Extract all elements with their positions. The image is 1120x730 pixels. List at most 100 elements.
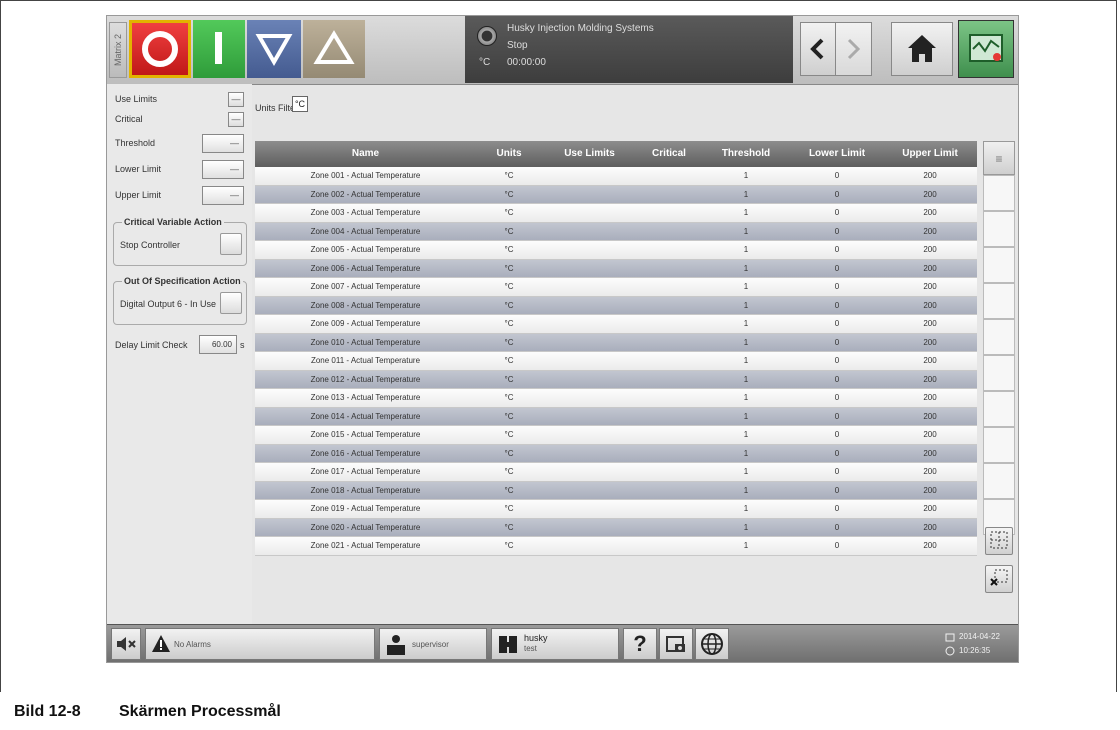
table-row[interactable]: Zone 020 - Actual Temperature °C 1 0 200 bbox=[255, 518, 977, 537]
monitor-icon bbox=[969, 34, 1003, 62]
variables-table: Name Units Use Limits Critical Threshold… bbox=[255, 141, 977, 556]
home-button[interactable] bbox=[891, 22, 953, 76]
step-up-button[interactable] bbox=[303, 20, 365, 78]
cell-name: Zone 001 - Actual Temperature bbox=[310, 171, 421, 180]
table-row[interactable]: Zone 004 - Actual Temperature °C 1 0 200 bbox=[255, 222, 977, 241]
oos-action-button[interactable] bbox=[220, 292, 242, 314]
header-units[interactable]: Units bbox=[476, 141, 542, 167]
cell-units: °C bbox=[504, 430, 514, 439]
cell-name: Zone 021 - Actual Temperature bbox=[310, 541, 421, 550]
status-state: Stop bbox=[507, 40, 528, 51]
cell-name: Zone 016 - Actual Temperature bbox=[310, 448, 421, 458]
cell-upper: 200 bbox=[923, 208, 937, 217]
side-cell bbox=[983, 211, 1015, 247]
back-button[interactable] bbox=[800, 22, 836, 76]
header-threshold[interactable]: Threshold bbox=[701, 141, 791, 167]
forward-button[interactable] bbox=[836, 22, 872, 76]
clear-selection-icon bbox=[990, 569, 1008, 586]
table-row[interactable]: Zone 008 - Actual Temperature °C 1 0 200 bbox=[255, 296, 977, 315]
critical-label: Critical bbox=[115, 114, 143, 124]
table-row[interactable]: Zone 006 - Actual Temperature °C 1 0 200 bbox=[255, 259, 977, 278]
use-limits-checkbox[interactable]: — bbox=[228, 92, 244, 107]
header-use-limits[interactable]: Use Limits bbox=[542, 141, 637, 167]
screenshot-button[interactable] bbox=[659, 628, 693, 660]
table-row[interactable]: Zone 009 - Actual Temperature °C 1 0 200 bbox=[255, 315, 977, 334]
table-row[interactable]: Zone 018 - Actual Temperature °C 1 0 200 bbox=[255, 481, 977, 500]
header-critical[interactable]: Critical bbox=[637, 141, 701, 167]
critical-action-button[interactable] bbox=[220, 233, 242, 255]
cell-threshold: 1 bbox=[743, 522, 749, 532]
critical-action-title: Critical Variable Action bbox=[122, 217, 224, 227]
mold-subtitle: test bbox=[524, 644, 537, 653]
table-row[interactable]: Zone 014 - Actual Temperature °C 1 0 200 bbox=[255, 407, 977, 426]
alarms-button[interactable]: No Alarms bbox=[145, 628, 375, 660]
start-button[interactable] bbox=[193, 20, 245, 78]
units-filter-input[interactable]: °C bbox=[292, 96, 308, 112]
table-row[interactable]: Zone 010 - Actual Temperature °C 1 0 200 bbox=[255, 333, 977, 352]
cell-upper: 200 bbox=[923, 430, 937, 439]
table-row[interactable]: Zone 003 - Actual Temperature °C 1 0 200 bbox=[255, 204, 977, 223]
cell-lower: 0 bbox=[834, 337, 840, 347]
header-upper-limit[interactable]: Upper Limit bbox=[883, 141, 977, 167]
cell-lower: 0 bbox=[834, 208, 840, 217]
triangle-up-icon bbox=[313, 30, 355, 64]
delay-limit-input[interactable]: 60.00 bbox=[199, 335, 237, 354]
cell-threshold: 1 bbox=[743, 263, 749, 273]
cell-threshold: 1 bbox=[743, 467, 749, 476]
cell-threshold: 1 bbox=[743, 282, 749, 291]
cell-upper: 200 bbox=[923, 263, 937, 273]
select-all-button[interactable] bbox=[985, 527, 1013, 555]
calendar-icon bbox=[945, 633, 955, 642]
table-row[interactable]: Zone 021 - Actual Temperature °C 1 0 200 bbox=[255, 537, 977, 556]
clear-selection-button[interactable] bbox=[985, 565, 1013, 593]
table-row[interactable]: Zone 016 - Actual Temperature °C 1 0 200 bbox=[255, 444, 977, 463]
out-of-spec-action-group: Out Of Specification Action Digital Outp… bbox=[113, 276, 247, 325]
table-row[interactable]: Zone 001 - Actual Temperature °C 1 0 200 bbox=[255, 167, 977, 186]
user-button[interactable]: supervisor bbox=[379, 628, 487, 660]
table-row[interactable]: Zone 013 - Actual Temperature °C 1 0 200 bbox=[255, 389, 977, 408]
stop-button[interactable] bbox=[129, 20, 191, 78]
lower-limit-input[interactable]: — bbox=[202, 160, 244, 179]
help-button[interactable]: ? bbox=[623, 628, 657, 660]
process-monitor-button[interactable] bbox=[958, 20, 1014, 78]
machine-status-panel[interactable]: °C Husky Injection Molding Systems Stop … bbox=[465, 16, 793, 83]
column-menu-button[interactable]: ≡ bbox=[983, 141, 1015, 175]
step-down-button[interactable] bbox=[247, 20, 301, 78]
warning-icon bbox=[152, 635, 170, 652]
mute-button[interactable] bbox=[111, 628, 141, 660]
cell-name: Zone 019 - Actual Temperature bbox=[310, 504, 421, 513]
table-row[interactable]: Zone 012 - Actual Temperature °C 1 0 200 bbox=[255, 370, 977, 389]
table-row[interactable]: Zone 007 - Actual Temperature °C 1 0 200 bbox=[255, 278, 977, 297]
limits-panel: Use Limits — Critical — Threshold — Lowe… bbox=[107, 84, 252, 628]
upper-limit-input[interactable]: — bbox=[202, 186, 244, 205]
cell-upper: 200 bbox=[923, 374, 937, 384]
cell-name: Zone 013 - Actual Temperature bbox=[310, 393, 421, 402]
cell-threshold: 1 bbox=[743, 541, 749, 550]
table-row[interactable]: Zone 015 - Actual Temperature °C 1 0 200 bbox=[255, 426, 977, 445]
table-row[interactable]: Zone 019 - Actual Temperature °C 1 0 200 bbox=[255, 500, 977, 519]
header-lower-limit[interactable]: Lower Limit bbox=[791, 141, 883, 167]
cell-name: Zone 007 - Actual Temperature bbox=[310, 282, 421, 291]
table-row[interactable]: Zone 002 - Actual Temperature °C 1 0 200 bbox=[255, 185, 977, 204]
table-row[interactable]: Zone 005 - Actual Temperature °C 1 0 200 bbox=[255, 241, 977, 260]
side-cell bbox=[983, 463, 1015, 499]
threshold-input[interactable]: — bbox=[202, 134, 244, 153]
status-company: Husky Injection Molding Systems bbox=[507, 23, 654, 34]
side-cell bbox=[983, 175, 1015, 211]
cell-name: Zone 011 - Actual Temperature bbox=[310, 356, 421, 365]
cell-name: Zone 017 - Actual Temperature bbox=[310, 467, 421, 476]
header-name[interactable]: Name bbox=[255, 141, 476, 167]
critical-checkbox[interactable]: — bbox=[228, 112, 244, 127]
cell-lower: 0 bbox=[834, 448, 840, 458]
cell-lower: 0 bbox=[834, 245, 840, 254]
side-cell bbox=[983, 283, 1015, 319]
cell-lower: 0 bbox=[834, 300, 840, 310]
language-button[interactable] bbox=[695, 628, 729, 660]
current-time: 10:26:35 bbox=[959, 646, 991, 655]
mold-button[interactable]: husky test bbox=[491, 628, 619, 660]
table-row[interactable]: Zone 017 - Actual Temperature °C 1 0 200 bbox=[255, 463, 977, 482]
table-row[interactable]: Zone 011 - Actual Temperature °C 1 0 200 bbox=[255, 352, 977, 371]
table-header: Name Units Use Limits Critical Threshold… bbox=[255, 141, 977, 167]
user-name: supervisor bbox=[412, 640, 449, 649]
cell-units: °C bbox=[504, 504, 514, 513]
